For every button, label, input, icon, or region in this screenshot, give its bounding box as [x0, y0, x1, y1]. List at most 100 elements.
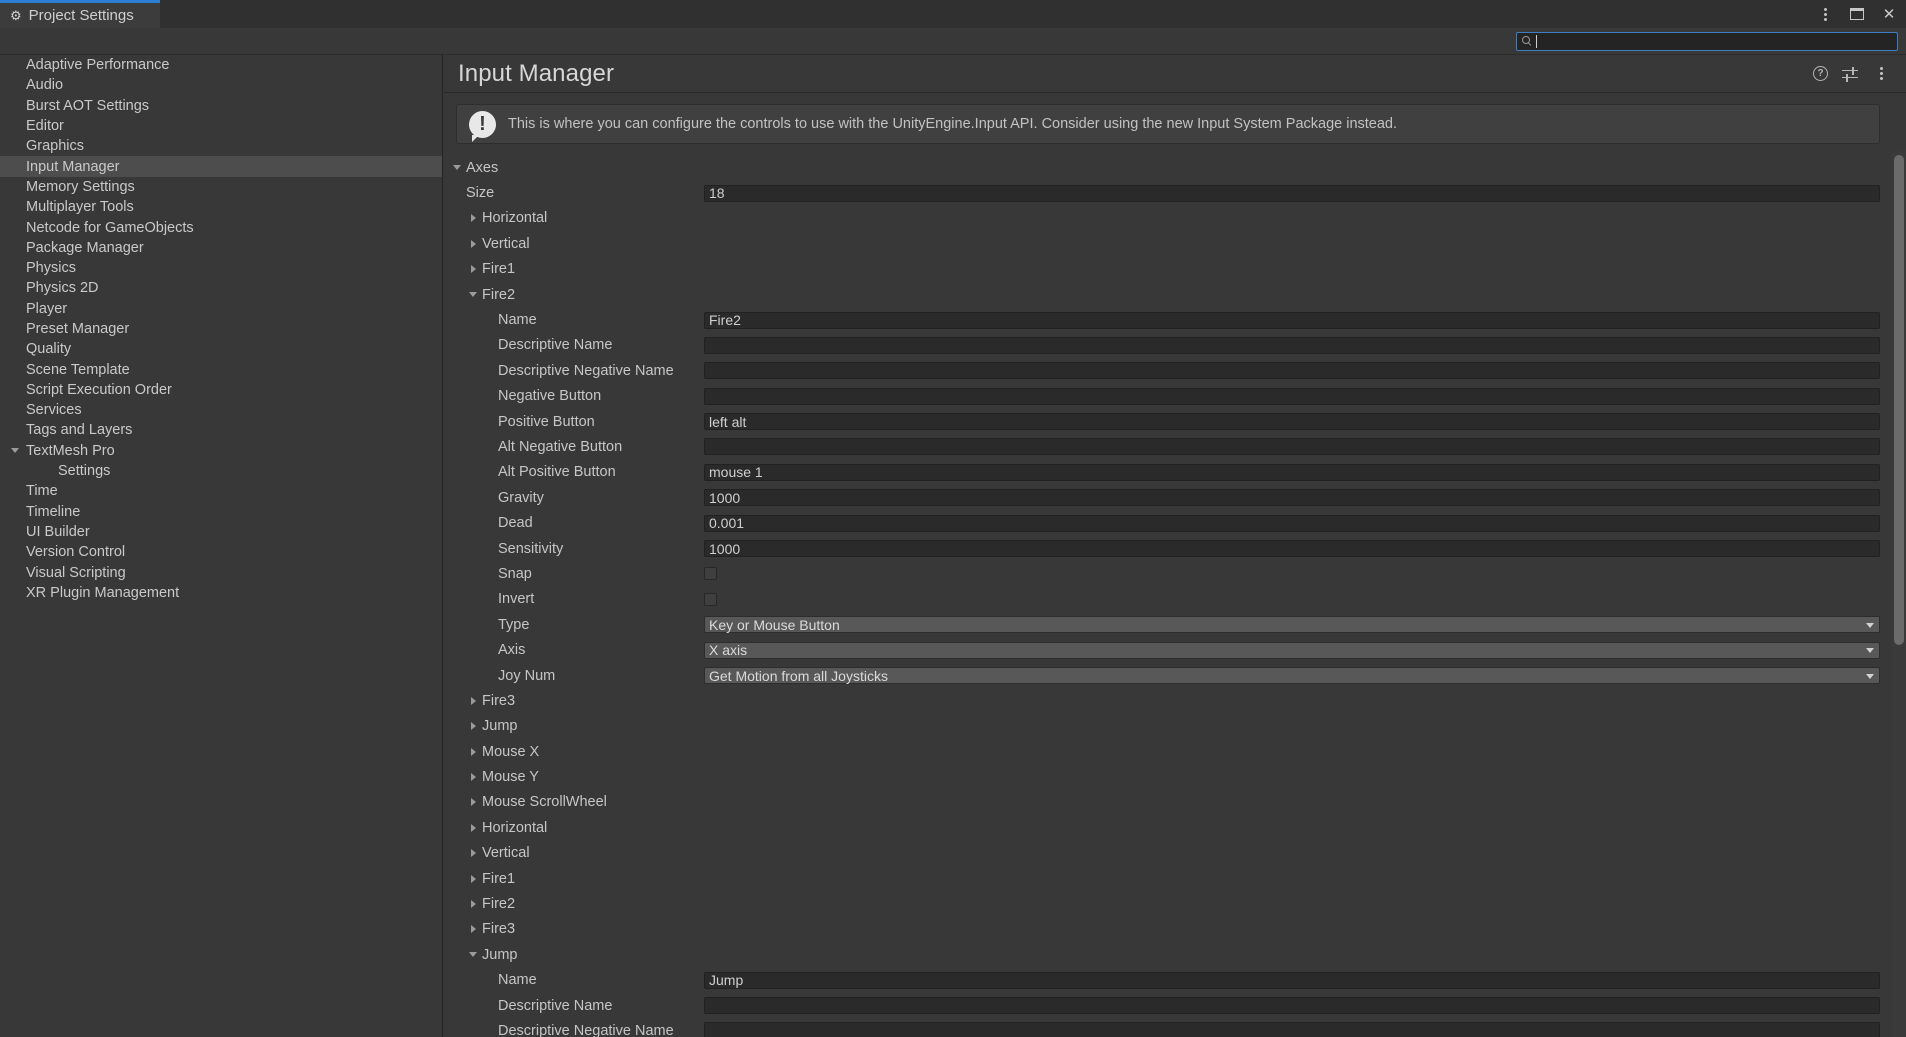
property-field: X axis: [704, 642, 1880, 659]
property-label-wrap: Dead: [450, 515, 704, 531]
chevron-down-icon[interactable]: [8, 448, 22, 453]
sidebar-item-adaptive-performance[interactable]: Adaptive Performance: [0, 55, 442, 75]
help-icon[interactable]: ?: [1813, 66, 1828, 81]
sidebar-item-physics-2d[interactable]: Physics 2D: [0, 278, 442, 298]
text-field[interactable]: [704, 388, 1880, 405]
settings-sidebar[interactable]: Adaptive PerformanceAudioBurst AOT Setti…: [0, 54, 443, 1037]
sidebar-item-quality[interactable]: Quality: [0, 339, 442, 359]
warning-exclamation-icon: !: [469, 111, 496, 138]
vertical-scrollbar[interactable]: [1892, 151, 1906, 1037]
sidebar-item-input-manager[interactable]: Input Manager: [0, 156, 442, 176]
dropdown-select[interactable]: Get Motion from all Joysticks: [704, 667, 1880, 684]
sidebar-item-ui-builder[interactable]: UI Builder: [0, 522, 442, 542]
sidebar-item-burst-aot-settings[interactable]: Burst AOT Settings: [0, 96, 442, 116]
chevron-right-icon[interactable]: [466, 240, 480, 248]
chevron-down-icon[interactable]: [466, 952, 480, 957]
property-label: Fire2: [482, 287, 515, 303]
property-row: Descriptive Name: [444, 993, 1906, 1018]
chevron-right-icon[interactable]: [466, 875, 480, 883]
sidebar-item-editor[interactable]: Editor: [0, 116, 442, 136]
sidebar-item-player[interactable]: Player: [0, 299, 442, 319]
sidebar-item-audio[interactable]: Audio: [0, 75, 442, 95]
chevron-right-icon[interactable]: [466, 824, 480, 832]
sidebar-item-xr-plugin-management[interactable]: XR Plugin Management: [0, 583, 442, 603]
property-label: Mouse X: [482, 744, 539, 760]
text-field[interactable]: [704, 972, 1880, 989]
text-field[interactable]: [704, 337, 1880, 354]
property-label: Fire1: [482, 261, 515, 277]
sidebar-item-settings[interactable]: Settings: [0, 461, 442, 481]
chevron-right-icon[interactable]: [466, 773, 480, 781]
property-label-wrap: Gravity: [450, 490, 704, 506]
dropdown-select[interactable]: Key or Mouse Button: [704, 616, 1880, 633]
sidebar-item-version-control[interactable]: Version Control: [0, 542, 442, 562]
sidebar-item-memory-settings[interactable]: Memory Settings: [0, 177, 442, 197]
chevron-right-icon[interactable]: [466, 265, 480, 273]
scrollbar-thumb[interactable]: [1894, 155, 1904, 645]
sidebar-item-package-manager[interactable]: Package Manager: [0, 238, 442, 258]
search-icon: [1521, 35, 1533, 47]
sidebar-item-services[interactable]: Services: [0, 400, 442, 420]
search-box[interactable]: [1516, 32, 1898, 51]
property-label-wrap: Fire2: [450, 896, 704, 912]
property-label: Positive Button: [498, 414, 595, 430]
sidebar-item-label: Physics 2D: [23, 280, 99, 296]
kebab-menu-icon[interactable]: [1816, 4, 1834, 24]
text-field[interactable]: [704, 312, 1880, 329]
property-row: Vertical: [444, 231, 1906, 256]
property-row: Jump: [444, 714, 1906, 739]
dropdown-select[interactable]: X axis: [704, 642, 1880, 659]
sidebar-item-tags-and-layers[interactable]: Tags and Layers: [0, 420, 442, 440]
sidebar-item-time[interactable]: Time: [0, 481, 442, 501]
chevron-down-icon[interactable]: [450, 165, 464, 170]
chevron-right-icon[interactable]: [466, 798, 480, 806]
chevron-right-icon[interactable]: [466, 748, 480, 756]
sidebar-item-label: TextMesh Pro: [23, 443, 115, 459]
chevron-right-icon[interactable]: [466, 697, 480, 705]
property-label: Fire2: [482, 896, 515, 912]
property-label-wrap: Invert: [450, 591, 704, 607]
sidebar-item-multiplayer-tools[interactable]: Multiplayer Tools: [0, 197, 442, 217]
chevron-down-icon[interactable]: [466, 292, 480, 297]
property-field: [704, 388, 1880, 405]
chevron-right-icon[interactable]: [466, 214, 480, 222]
sidebar-item-timeline[interactable]: Timeline: [0, 502, 442, 522]
sidebar-item-label: Quality: [23, 341, 71, 357]
chevron-right-icon[interactable]: [466, 849, 480, 857]
sidebar-item-netcode-for-gameobjects[interactable]: Netcode for GameObjects: [0, 217, 442, 237]
sidebar-item-label: Physics: [23, 260, 76, 276]
text-field[interactable]: [704, 464, 1880, 481]
text-field[interactable]: [704, 997, 1880, 1014]
panel-kebab-menu-icon[interactable]: [1872, 64, 1890, 84]
text-field[interactable]: [704, 1022, 1880, 1037]
window-titlebar: ⚙ Project Settings ✕: [0, 0, 1906, 28]
text-field[interactable]: [704, 540, 1880, 557]
close-icon[interactable]: ✕: [1880, 4, 1898, 24]
sidebar-item-script-execution-order[interactable]: Script Execution Order: [0, 380, 442, 400]
property-row: Descriptive Name: [444, 333, 1906, 358]
chevron-right-icon[interactable]: [466, 900, 480, 908]
sidebar-item-physics[interactable]: Physics: [0, 258, 442, 278]
sidebar-item-graphics[interactable]: Graphics: [0, 136, 442, 156]
sidebar-item-visual-scripting[interactable]: Visual Scripting: [0, 562, 442, 582]
settings-sliders-icon[interactable]: [1842, 67, 1858, 81]
sidebar-item-textmesh-pro[interactable]: TextMesh Pro: [0, 441, 442, 461]
text-field[interactable]: [704, 362, 1880, 379]
text-field[interactable]: [704, 413, 1880, 430]
chevron-right-icon[interactable]: [466, 722, 480, 730]
text-field[interactable]: [704, 185, 1880, 202]
sidebar-item-scene-template[interactable]: Scene Template: [0, 359, 442, 379]
checkbox-toggle[interactable]: [704, 567, 717, 580]
maximize-icon[interactable]: [1848, 4, 1866, 24]
tab-project-settings[interactable]: ⚙ Project Settings: [0, 0, 160, 28]
text-field[interactable]: [704, 438, 1880, 455]
property-row: Fire2: [444, 891, 1906, 916]
sidebar-item-label: UI Builder: [23, 524, 90, 540]
text-field[interactable]: [704, 489, 1880, 506]
sidebar-item-preset-manager[interactable]: Preset Manager: [0, 319, 442, 339]
search-input[interactable]: [1537, 34, 1893, 48]
chevron-right-icon[interactable]: [466, 925, 480, 933]
checkbox-toggle[interactable]: [704, 593, 717, 606]
text-field[interactable]: [704, 515, 1880, 532]
sidebar-item-label: Package Manager: [23, 240, 144, 256]
